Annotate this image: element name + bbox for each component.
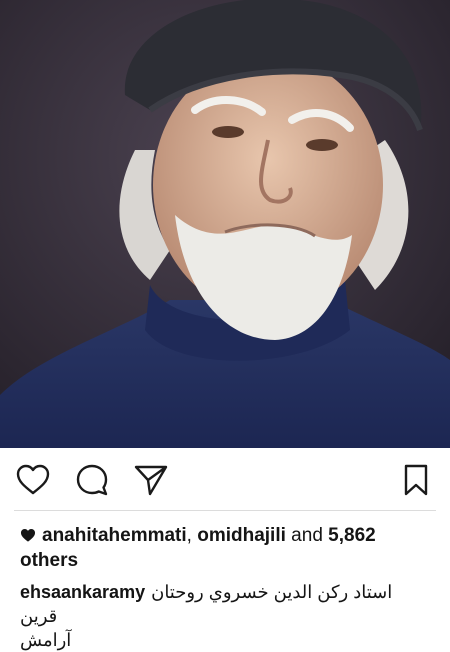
action-bar [0, 448, 450, 514]
comment-icon [76, 464, 108, 496]
caption-text-continued: آرامش [20, 630, 72, 650]
divider [14, 510, 436, 511]
liker-username[interactable]: anahitahemmati [42, 525, 187, 546]
heart-filled-icon [20, 526, 36, 549]
liker-username[interactable]: omidhajili [197, 525, 286, 546]
likes-connector: and [285, 525, 329, 546]
comment-button[interactable] [74, 462, 110, 498]
share-icon [134, 465, 168, 496]
caption-username[interactable]: ehsaankaramy [20, 582, 145, 602]
heart-icon [16, 464, 50, 495]
bookmark-icon [404, 464, 428, 496]
likes-summary[interactable]: anahitahemmati, omidhajili and 5,862 oth… [20, 524, 420, 572]
post-caption: ehsaankaramy استاد رکن الدین خسروي روحتان… [20, 580, 430, 652]
like-button[interactable] [15, 462, 51, 498]
post-photo[interactable] [0, 0, 450, 448]
portrait-illustration [0, 0, 450, 448]
save-button[interactable] [398, 462, 434, 498]
likes-separator: , [186, 525, 198, 546]
share-button[interactable] [133, 462, 169, 498]
